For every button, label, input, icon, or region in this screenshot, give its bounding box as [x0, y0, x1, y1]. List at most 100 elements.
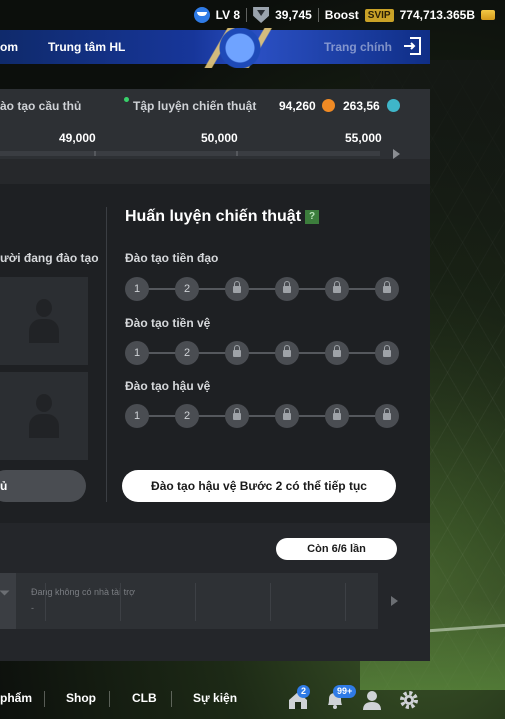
- sponsor-divider: [270, 583, 271, 621]
- resource-bar: LV 8 39,745 Boost SVIP 774,713.365B: [0, 0, 505, 30]
- panel-header: ào tạo cầu thủ Tập luyện chiến thuật 94,…: [0, 89, 430, 121]
- nav-shop[interactable]: Shop: [66, 691, 96, 705]
- resource-divider: [317, 8, 319, 22]
- resource-divider: [246, 8, 248, 22]
- track-label-defense: Đào tạo hậu vệ: [125, 379, 211, 393]
- step-1[interactable]: 1: [125, 277, 149, 301]
- milestone-progress: 49,000 50,000 55,000: [0, 121, 430, 159]
- section-title-text: Huấn luyện chiến thuật: [125, 208, 302, 225]
- step-2[interactable]: 2: [175, 404, 199, 428]
- nav-divider: [44, 691, 45, 707]
- lock-icon: [233, 281, 241, 293]
- step-locked[interactable]: [375, 277, 399, 301]
- lock-icon: [283, 345, 291, 357]
- step-locked[interactable]: [225, 277, 249, 301]
- bell-badge: 99+: [333, 685, 357, 698]
- step-locked[interactable]: [225, 341, 249, 365]
- exit-icon[interactable]: [402, 36, 422, 56]
- tab-partial-left[interactable]: om: [0, 40, 18, 54]
- remaining-count-badge: Còn 6/6 lần: [276, 538, 397, 560]
- sponsor-divider: [45, 583, 46, 621]
- home-badge: 2: [297, 685, 311, 698]
- step-locked[interactable]: [275, 277, 299, 301]
- shield-icon: [253, 7, 270, 23]
- header-value-a: 94,260: [279, 99, 316, 113]
- step-locked[interactable]: [325, 404, 349, 428]
- level-text: LV 8: [215, 8, 241, 22]
- track-steps-forward: 1 2: [125, 277, 400, 301]
- help-icon[interactable]: ?: [305, 210, 320, 224]
- continue-training-label: Đào tạo hậu vệ Bước 2 có thể tiếp tục: [151, 479, 367, 493]
- left-action-button[interactable]: ủ: [0, 470, 86, 502]
- nav-events[interactable]: Sự kiện: [193, 691, 237, 705]
- chevron-right-icon[interactable]: [393, 149, 400, 159]
- lock-icon: [383, 345, 391, 357]
- remaining-count-text: Còn 6/6 lần: [307, 543, 366, 555]
- milestone-1: 49,000: [59, 131, 96, 145]
- track-label-midfield: Đào tạo tiền vệ: [125, 316, 211, 330]
- emblem-icon: [190, 28, 290, 68]
- coin-value: 774,713.365B: [399, 8, 475, 22]
- step-locked[interactable]: [375, 341, 399, 365]
- top-nav: om Trung tâm HL Trang chính: [0, 28, 430, 68]
- level-icon: [193, 7, 210, 23]
- sponsor-divider: [195, 583, 196, 621]
- section-divider: [106, 207, 107, 502]
- player-silhouette-icon: [29, 299, 59, 343]
- sponsor-divider: [345, 583, 346, 621]
- lock-icon: [283, 281, 291, 293]
- sponsor-divider: [120, 583, 121, 621]
- tab-training-center[interactable]: Trung tâm HL: [48, 40, 125, 54]
- step-2[interactable]: 2: [175, 277, 199, 301]
- svip-badge[interactable]: SVIP: [364, 8, 394, 22]
- teal-coin-icon: [387, 99, 400, 112]
- header-tactical-training[interactable]: Tập luyện chiến thuật: [133, 99, 256, 113]
- step-locked[interactable]: [275, 404, 299, 428]
- milestone-3: 55,000: [345, 131, 382, 145]
- sponsor-cell: [0, 573, 16, 629]
- lock-icon: [283, 408, 291, 420]
- lock-icon: [383, 408, 391, 420]
- continue-training-button[interactable]: Đào tạo hậu vệ Bước 2 có thể tiếp tục: [122, 470, 396, 502]
- progress-track: [0, 151, 380, 156]
- profile-icon[interactable]: [361, 689, 383, 711]
- step-locked[interactable]: [375, 404, 399, 428]
- gear-icon[interactable]: [398, 689, 420, 711]
- step-locked[interactable]: [225, 404, 249, 428]
- header-player-training[interactable]: ào tạo cầu thủ: [0, 99, 81, 113]
- player-silhouette-icon: [29, 394, 59, 438]
- lock-icon: [333, 345, 341, 357]
- step-locked[interactable]: [325, 341, 349, 365]
- lock-icon: [233, 345, 241, 357]
- coin-icon[interactable]: [481, 10, 495, 20]
- chevron-right-icon[interactable]: [391, 596, 398, 606]
- step-1[interactable]: 1: [125, 341, 149, 365]
- nav-club[interactable]: CLB: [132, 691, 157, 705]
- left-action-label: ủ: [0, 479, 8, 493]
- sponsor-dash: -: [31, 603, 34, 613]
- step-locked[interactable]: [325, 277, 349, 301]
- bottom-nav: phẩm Shop CLB Sự kiện 2 99+: [0, 683, 505, 719]
- shield-value: 39,745: [275, 8, 312, 22]
- lock-icon: [333, 408, 341, 420]
- lock-icon: [233, 408, 241, 420]
- online-dot-icon: [124, 97, 129, 102]
- boost-label: Boost: [324, 8, 359, 22]
- player-slot[interactable]: [0, 372, 88, 460]
- step-2[interactable]: 2: [175, 341, 199, 365]
- step-1[interactable]: 1: [125, 404, 149, 428]
- step-locked[interactable]: [275, 341, 299, 365]
- track-steps-defense: 1 2: [125, 404, 400, 428]
- milestone-2: 50,000: [201, 131, 238, 145]
- progress-tick: [94, 151, 96, 156]
- lock-icon: [333, 281, 341, 293]
- tab-home[interactable]: Trang chính: [324, 40, 392, 54]
- chevron-down-icon: [0, 590, 10, 596]
- sponsor-slot[interactable]: [0, 573, 378, 629]
- player-slot[interactable]: [0, 277, 88, 365]
- header-value-b: 263,56: [343, 99, 380, 113]
- nav-items[interactable]: phẩm: [0, 691, 32, 705]
- nav-divider: [171, 691, 172, 707]
- nav-divider: [109, 691, 110, 707]
- progress-tick: [236, 151, 238, 156]
